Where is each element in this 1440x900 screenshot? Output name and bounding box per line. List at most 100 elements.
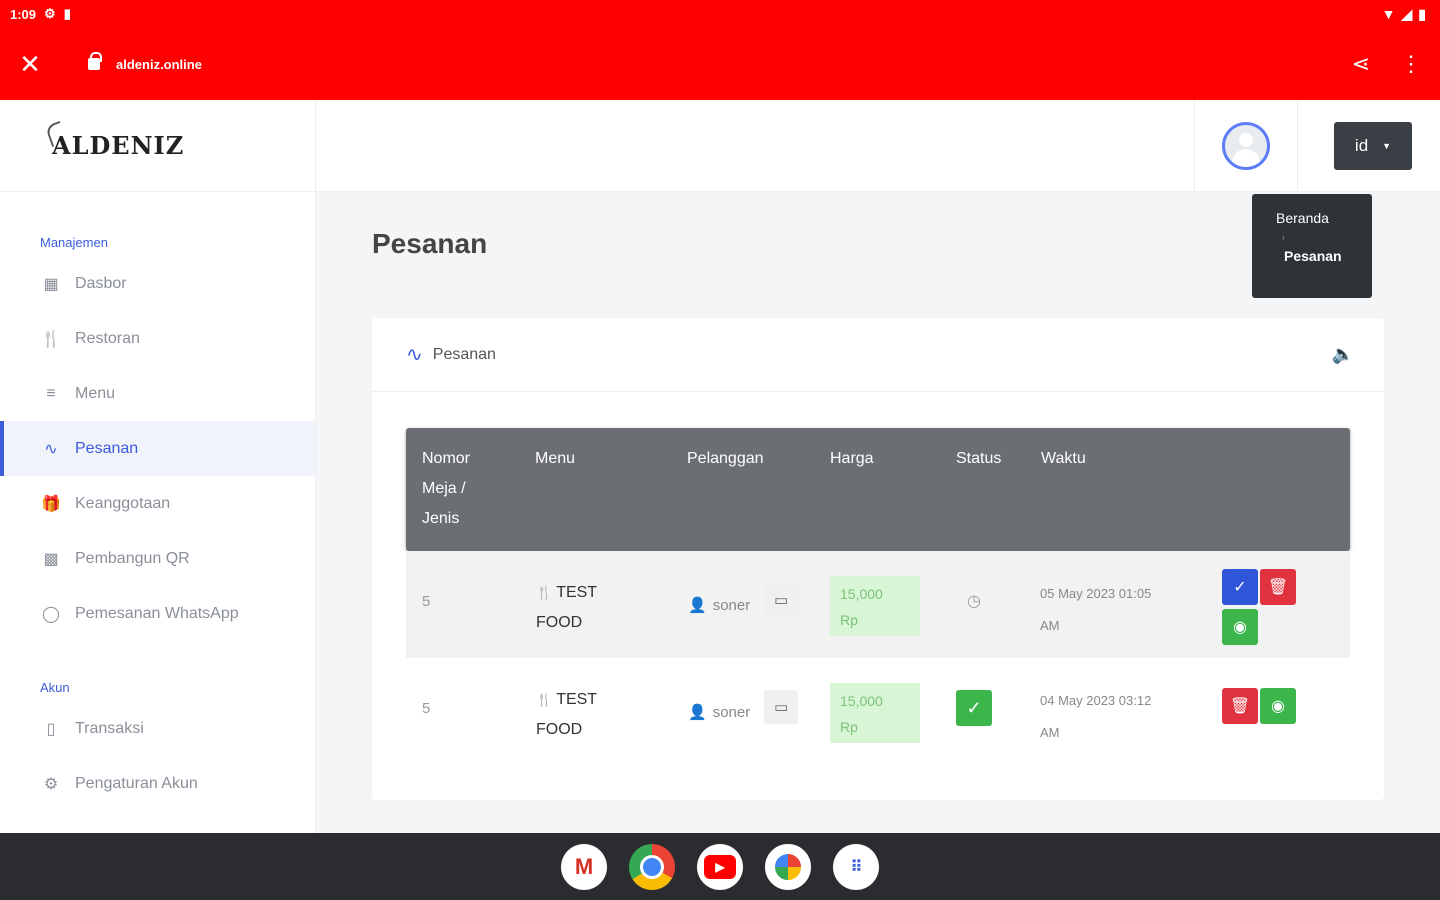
header-menu: Menu — [535, 450, 576, 467]
sidebar-item-label: Restoran — [75, 329, 140, 347]
sidebar-item-pemesanan-whatsapp[interactable]: ◯ Pemesanan WhatsApp — [0, 586, 315, 641]
brand-logo[interactable]: ALDENIZ — [52, 131, 184, 160]
row-actions: 🗑 ◉ — [1222, 688, 1302, 728]
brand[interactable]: ALDENIZ — [0, 100, 315, 192]
header-time: Waktu — [1041, 450, 1086, 467]
app-drawer-icon[interactable]: ⠿ — [833, 843, 879, 890]
sidebar-item-label: Dasbor — [75, 274, 127, 292]
sound-icon[interactable]: 🔈 — [1332, 344, 1354, 365]
customer: 👤 soner ▭ — [688, 690, 799, 724]
confirm-button[interactable]: ✓ — [1222, 569, 1258, 605]
customer-name: soner — [712, 596, 751, 614]
menu-item: 🍴 TEST FOOD — [536, 578, 597, 638]
sidebar-item-label: Pesanan — [75, 439, 139, 457]
breadcrumb-home[interactable]: Beranda — [1276, 210, 1372, 226]
order-time-line2: AM — [1040, 725, 1060, 740]
top-header: id ▼ — [316, 100, 1440, 192]
message-icon[interactable]: ▭ — [764, 583, 799, 617]
menu-list-icon: ≡ — [46, 384, 56, 402]
price-badge: 15,000 Rp — [830, 683, 920, 743]
message-icon[interactable]: ▭ — [764, 690, 799, 724]
header-table-number: Nomor Meja / Jenis — [422, 444, 470, 534]
restaurant-icon: 🍴 — [536, 585, 553, 600]
breadcrumb-current: Pesanan — [1284, 248, 1342, 264]
order-time: 04 May 2023 03:12 AM — [1040, 685, 1151, 749]
user-icon: 👤 — [688, 704, 707, 721]
delete-button[interactable]: 🗑 — [1260, 569, 1296, 605]
header-price: Harga — [830, 450, 874, 467]
sidebar: ALDENIZ Manajemen ▦ Dasbor 🍴 Restoran ≡ … — [0, 100, 316, 833]
url-bar: ✕ aldeniz.online ⋖ ⋮ — [0, 28, 1440, 100]
row-actions: ✓ 🗑 ◉ — [1222, 569, 1302, 649]
header-customer: Pelanggan — [687, 450, 764, 467]
qr-icon: ▩ — [43, 550, 59, 568]
table-number: 5 — [422, 700, 431, 717]
sidebar-section-manage: Manajemen — [40, 234, 108, 250]
sidebar-item-menu[interactable]: ≡ Menu — [0, 366, 315, 421]
header-table-number-line1: Nomor — [422, 450, 471, 467]
youtube-icon[interactable]: ▶ — [697, 843, 743, 890]
order-time-line1: 04 May 2023 03:12 — [1040, 693, 1152, 708]
order-time: 05 May 2023 01:05 AM — [1040, 578, 1151, 642]
menu-item-line2: FOOD — [536, 614, 583, 631]
chrome-icon[interactable] — [629, 843, 675, 890]
sidebar-item-dasbor[interactable]: ▦ Dasbor — [0, 256, 315, 311]
sidebar-item-pengaturan-akun[interactable]: ⚙ Pengaturan Akun — [0, 756, 315, 811]
document-icon: ▯ — [46, 720, 56, 738]
status-bar: 1:09 ⚙ ▮ ▼ ◢ ▮ — [0, 0, 1440, 28]
sidebar-item-pesanan[interactable]: ∿ Pesanan — [0, 421, 315, 476]
battery-icon: ▮ — [1418, 5, 1426, 22]
price-value: 15,000 — [840, 693, 883, 709]
more-options-icon[interactable]: ⋮ — [1400, 51, 1422, 77]
gear-icon: ⚙ — [43, 775, 59, 793]
status-time: 1:09 — [10, 6, 37, 22]
gmail-icon[interactable]: M — [561, 843, 607, 890]
sidebar-item-pembangun-qr[interactable]: ▩ Pembangun QR — [0, 531, 315, 586]
activity-icon: ∿ — [44, 440, 58, 458]
dashboard-icon: ▦ — [43, 275, 59, 293]
header-table-number-line3: Jenis — [422, 510, 460, 527]
sidebar-item-label: Pemesanan WhatsApp — [75, 604, 239, 622]
sidebar-item-label: Pengaturan Akun — [75, 774, 198, 792]
url-text[interactable]: aldeniz.online — [116, 57, 202, 72]
sidebar-item-label: Menu — [75, 384, 116, 402]
table-header: Nomor Meja / Jenis Menu Pelanggan Harga … — [406, 428, 1350, 551]
browser-chrome: 1:09 ⚙ ▮ ▼ ◢ ▮ ✕ aldeniz.online ⋖ ⋮ — [0, 0, 1440, 100]
menu-item: 🍴 TEST FOOD — [536, 685, 597, 745]
signal-icon: ◢ — [1401, 5, 1413, 22]
order-time-line1: 05 May 2023 01:05 — [1040, 586, 1152, 601]
view-button[interactable]: ◉ — [1260, 688, 1296, 724]
sidebar-item-label: Keanggotaan — [75, 494, 171, 512]
language-dropdown[interactable]: id ▼ — [1334, 122, 1412, 170]
menu-item-line2: FOOD — [536, 721, 583, 738]
menu-item-line1: TEST — [556, 584, 598, 601]
card-header: ∿ Pesanan 🔈 — [372, 318, 1384, 392]
user-menu[interactable] — [1194, 100, 1298, 192]
orders-table: Nomor Meja / Jenis Menu Pelanggan Harga … — [406, 428, 1350, 765]
breadcrumb-separator-icon: › — [1282, 233, 1285, 242]
header-status: Status — [956, 450, 1002, 467]
sidebar-item-keanggotaan[interactable]: 🎁 Keanggotaan — [0, 476, 315, 531]
photos-icon[interactable] — [765, 843, 811, 890]
sidebar-item-transaksi[interactable]: ▯ Transaksi — [0, 701, 315, 756]
customer: 👤 soner ▭ — [688, 583, 799, 617]
order-time-line2: AM — [1040, 618, 1060, 633]
price-currency: Rp — [840, 719, 858, 735]
android-dock: M ▶ ⠿ — [0, 833, 1440, 900]
sidebar-section-account: Akun — [40, 679, 70, 695]
status-pending-clock-icon: ◷ — [956, 583, 992, 619]
delete-button[interactable]: 🗑 — [1222, 688, 1258, 724]
language-value: id — [1354, 136, 1369, 155]
lock-icon[interactable] — [88, 52, 102, 70]
view-button[interactable]: ◉ — [1222, 609, 1258, 645]
restaurant-icon: 🍴 — [536, 692, 553, 707]
gift-icon: 🎁 — [41, 495, 61, 513]
header-table-number-line2: Meja / — [422, 480, 466, 497]
sd-card-icon: ▮ — [63, 6, 71, 21]
status-done-check-icon: ✓ — [956, 690, 992, 726]
breadcrumb: Beranda › Pesanan — [1252, 194, 1372, 298]
close-tab-icon[interactable]: ✕ — [18, 51, 42, 77]
share-icon[interactable]: ⋖ — [1352, 51, 1370, 77]
avatar[interactable] — [1222, 122, 1270, 170]
sidebar-item-restoran[interactable]: 🍴 Restoran — [0, 311, 315, 366]
